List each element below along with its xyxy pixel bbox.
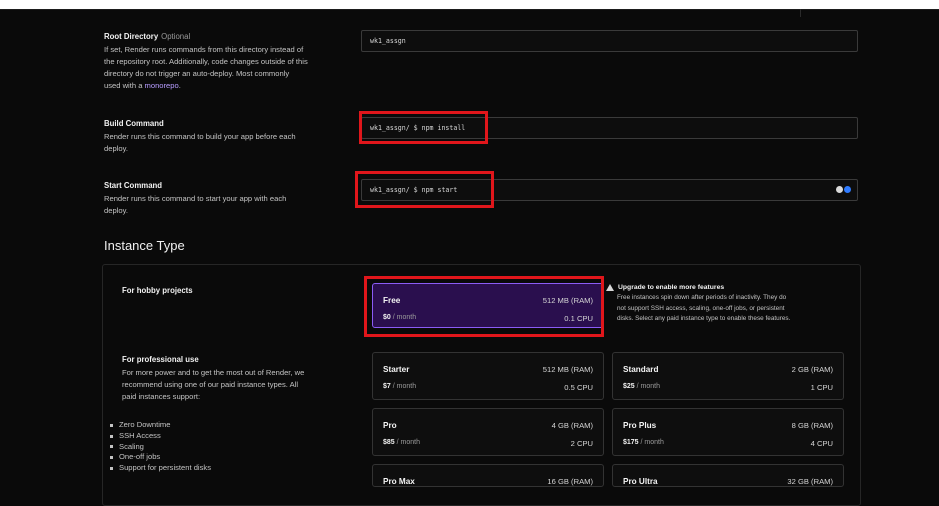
root-directory-input[interactable]: wk1_assgn — [361, 30, 858, 52]
plan-cpu: 2 CPU — [570, 439, 593, 448]
plan-name: Pro Ultra — [623, 477, 658, 486]
highlight-box — [364, 276, 604, 337]
plan-price: $175 / month — [623, 439, 664, 446]
desc-line: Render runs this command to start your a… — [104, 194, 287, 203]
price-amount: $85 — [383, 439, 395, 446]
root-directory-description: If set, Render runs commands from this d… — [104, 44, 354, 92]
desc-line: paid instances support: — [122, 392, 201, 401]
desc-line: not support SSH access, scaling, one-off… — [617, 304, 785, 312]
plan-cpu: 1 CPU — [810, 383, 833, 392]
plan-ram: 16 GB (RAM) — [547, 477, 593, 486]
monorepo-link[interactable]: monorepo — [145, 81, 179, 90]
feature-item: One-off jobs — [110, 452, 211, 463]
optional-tag: Optional — [161, 32, 191, 41]
info-icon — [844, 186, 851, 193]
instance-card-pro-max[interactable]: Pro Max 16 GB (RAM) — [372, 464, 604, 487]
feature-list: Zero Downtime SSH Access Scaling One-off… — [110, 420, 211, 474]
desc-line: disks. Select any paid instance type to … — [617, 315, 791, 322]
instance-card-pro-ultra[interactable]: Pro Ultra 32 GB (RAM) — [612, 464, 844, 487]
pro-description: For more power and to get the most out o… — [122, 367, 352, 403]
upgrade-notice: Upgrade to enable more features Free ins… — [606, 284, 836, 325]
plan-name: Starter — [383, 365, 410, 374]
plan-price: $25 / month — [623, 383, 660, 390]
price-period: / month — [390, 383, 417, 390]
instance-card-pro[interactable]: Pro $85 / month 4 GB (RAM) 2 CPU — [372, 408, 604, 456]
plan-cpu: 0.5 CPU — [564, 383, 593, 392]
desc-line: If set, Render runs commands from this d… — [104, 45, 304, 54]
plan-name: Standard — [623, 365, 659, 374]
plan-ram: 512 MB (RAM) — [542, 365, 593, 374]
desc-line: deploy. — [104, 206, 128, 215]
desc-line: deploy. — [104, 144, 128, 153]
start-command-title: Start Command — [104, 181, 163, 190]
plan-price: $7 / month — [383, 383, 416, 390]
root-directory-label: Root Directory Optional — [104, 32, 190, 41]
desc-line: For more power and to get the most out o… — [122, 368, 305, 377]
warning-icon — [606, 284, 614, 291]
build-command-description: Render runs this command to build your a… — [104, 131, 354, 155]
price-amount: $175 — [623, 439, 639, 446]
desc-line: recommend using one of our paid instance… — [122, 380, 299, 389]
plan-ram: 8 GB (RAM) — [791, 421, 833, 430]
instance-card-pro-plus[interactable]: Pro Plus $175 / month 8 GB (RAM) 4 CPU — [612, 408, 844, 456]
desc-line: directory do not trigger an auto-deploy.… — [104, 69, 290, 78]
price-period: / month — [634, 383, 660, 390]
highlight-box — [355, 171, 494, 208]
pro-group-title: For professional use — [122, 355, 199, 364]
plan-ram: 2 GB (RAM) — [791, 365, 833, 374]
feature-item: Scaling — [110, 442, 211, 453]
top-bar — [0, 0, 939, 9]
price-period: / month — [638, 439, 664, 446]
divider — [800, 9, 801, 17]
highlight-box — [359, 111, 488, 144]
secret-file-icon[interactable] — [836, 186, 851, 193]
instance-card-starter[interactable]: Starter $7 / month 512 MB (RAM) 0.5 CPU — [372, 352, 604, 400]
plan-ram: 4 GB (RAM) — [551, 421, 593, 430]
price-period: / month — [394, 439, 420, 446]
plan-name: Pro Plus — [623, 421, 657, 430]
plan-price: $85 / month — [383, 439, 420, 446]
desc-line: Free instances spin down after periods o… — [617, 294, 787, 301]
price-amount: $7 — [383, 383, 391, 390]
price-amount: $25 — [623, 383, 635, 390]
desc-text: . — [178, 81, 181, 90]
plan-ram: 32 GB (RAM) — [787, 477, 833, 486]
upgrade-title: Upgrade to enable more features — [618, 284, 725, 291]
plan-cpu: 4 CPU — [810, 439, 833, 448]
start-command-description: Render runs this command to start your a… — [104, 193, 354, 217]
plan-name: Pro Max — [383, 477, 415, 486]
desc-line: Render runs this command to build your a… — [104, 132, 296, 141]
instance-card-standard[interactable]: Standard $25 / month 2 GB (RAM) 1 CPU — [612, 352, 844, 400]
upgrade-title-row: Upgrade to enable more features — [606, 284, 836, 291]
feature-item: SSH Access — [110, 431, 211, 442]
hobby-group-title: For hobby projects — [122, 286, 193, 295]
desc-line: used with a monorepo. — [104, 80, 354, 92]
build-command-title: Build Command — [104, 119, 164, 128]
desc-text: used with a — [104, 81, 145, 90]
root-directory-title: Root Directory — [104, 32, 159, 41]
divider — [0, 9, 939, 10]
instance-type-heading: Instance Type — [104, 238, 185, 253]
upgrade-description: Free instances spin down after periods o… — [617, 293, 836, 325]
plan-name: Pro — [383, 421, 397, 430]
feature-item: Zero Downtime — [110, 420, 211, 431]
desc-line: the repository root. Additionally, code … — [104, 57, 308, 66]
feature-item: Support for persistent disks — [110, 463, 211, 474]
lock-icon — [836, 186, 843, 193]
root-directory-value: wk1_assgn — [370, 37, 406, 45]
